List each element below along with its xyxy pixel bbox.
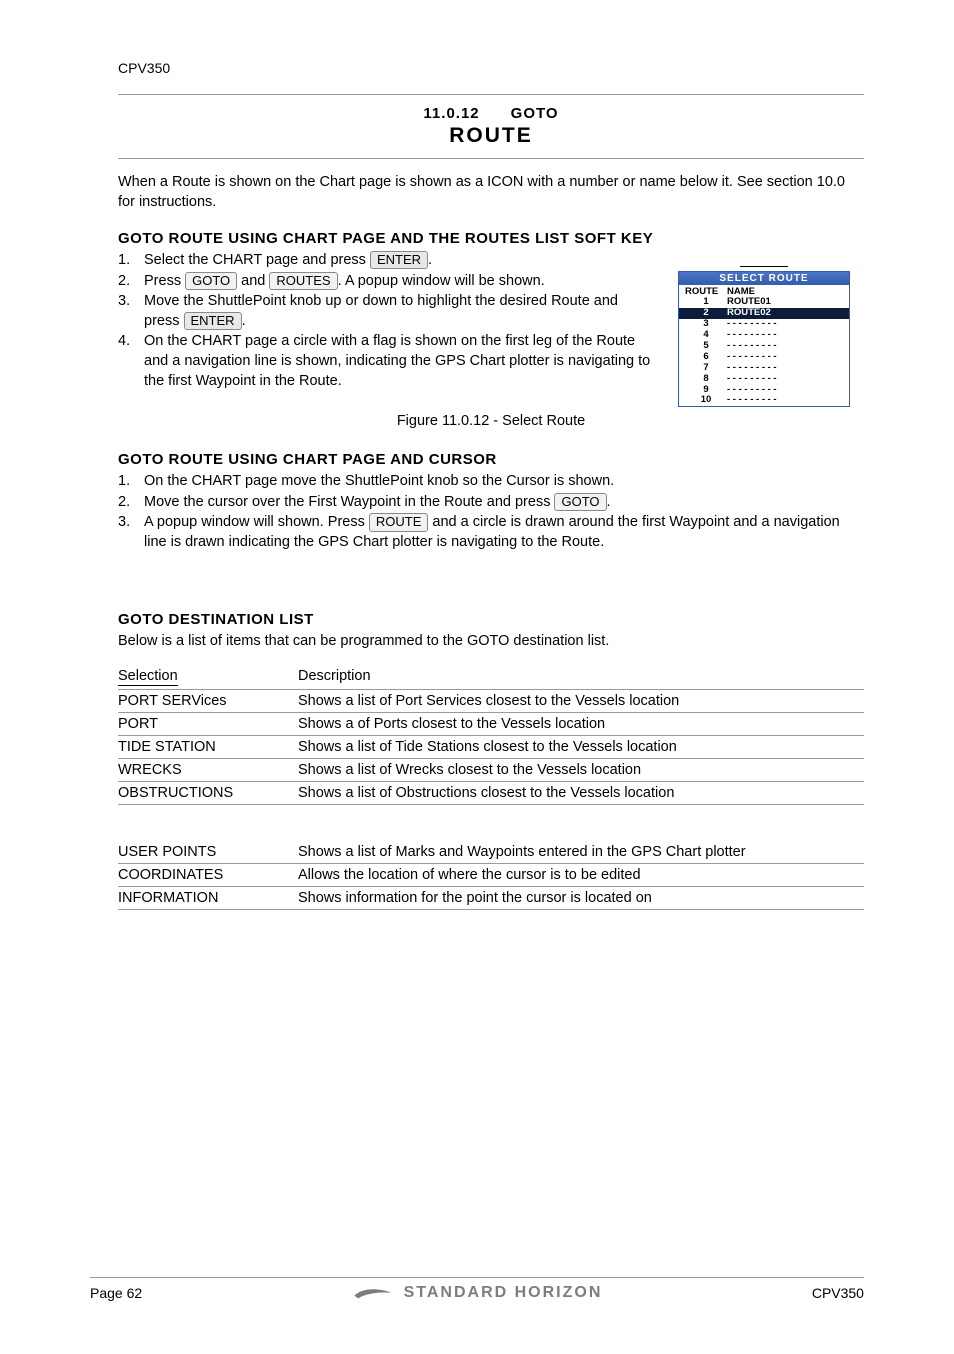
swoosh-icon [352,1285,394,1301]
goto-row: COORDINATESAllows the location of where … [118,863,864,886]
enter-key-icon: ENTER [184,312,242,330]
goto-row: TIDE STATIONShows a list of Tide Station… [118,736,864,759]
footer-model: CPV350 [812,1285,864,1301]
route-row[interactable]: 7- - - - - - - - - [679,363,849,374]
goto-row: INFORMATIONShows information for the poi… [118,886,864,909]
enter-key-icon: ENTER [370,251,428,269]
page-number: Page 62 [90,1285,142,1301]
table-header-selection: Selection [118,668,178,686]
subheading-a: GOTO ROUTE USING CHART PAGE AND THE ROUT… [118,230,864,247]
select-route-screen: SELECT ROUTE ROUTE NAME 1ROUTE012ROUTE02… [678,271,850,407]
step-a-2: 2.Press GOTO and ROUTES. A popup window … [118,272,654,292]
divider [118,158,864,159]
step-b-3: 3.A popup window will shown. Press ROUTE… [118,513,864,552]
subheading-b: GOTO ROUTE USING CHART PAGE AND CURSOR [118,451,864,468]
steps-a: 1.Select the CHART page and press ENTER.… [118,251,654,391]
brand-logo: STANDARD HORIZON [352,1284,603,1302]
figure-underline [740,251,788,267]
goto-row: PORTShows a of Ports closest to the Vess… [118,713,864,736]
section-kicker: 11.0.12 GOTO [118,105,864,122]
step-b-1: 1.On the CHART page move the ShuttlePoin… [118,472,864,492]
divider [118,94,864,95]
goto-row: WRECKSShows a list of Wrecks closest to … [118,759,864,782]
goto-row: OBSTRUCTIONSShows a list of Obstructions… [118,782,864,805]
step-a-4: 4.On the CHART page a circle with a flag… [118,332,654,391]
select-route-title: SELECT ROUTE [679,272,849,285]
step-a-1: 1.Select the CHART page and press ENTER. [118,251,654,271]
intro-text: When a Route is shown on the Chart page … [118,173,864,212]
route-softkey-icon: ROUTE [369,513,429,531]
goto-table: Selection Description PORT SERVicesShows… [118,665,864,910]
goto-intro: Below is a list of items that can be pro… [118,632,864,652]
route-row[interactable]: 8- - - - - - - - - [679,374,849,385]
steps-b: 1.On the CHART page move the ShuttlePoin… [118,472,864,552]
step-a-3: 3.Move the ShuttlePoint knob up or down … [118,292,654,331]
routes-softkey-icon: ROUTES [269,272,337,290]
goto-row: PORT SERVicesShows a list of Port Servic… [118,690,864,713]
step-b-2: 2.Move the cursor over the First Waypoin… [118,493,864,513]
goto-row: USER POINTSShows a list of Marks and Way… [118,841,864,864]
figure-caption: Figure 11.0.12 - Select Route [118,413,864,429]
goto-key-icon: GOTO [554,493,606,511]
goto-key-icon: GOTO [185,272,237,290]
goto-title: GOTO DESTINATION LIST [118,611,864,628]
model-header: CPV350 [118,60,864,76]
route-row[interactable]: 10- - - - - - - - - [679,395,849,406]
section-title: ROUTE [118,124,864,148]
table-header-description: Description [298,665,864,690]
